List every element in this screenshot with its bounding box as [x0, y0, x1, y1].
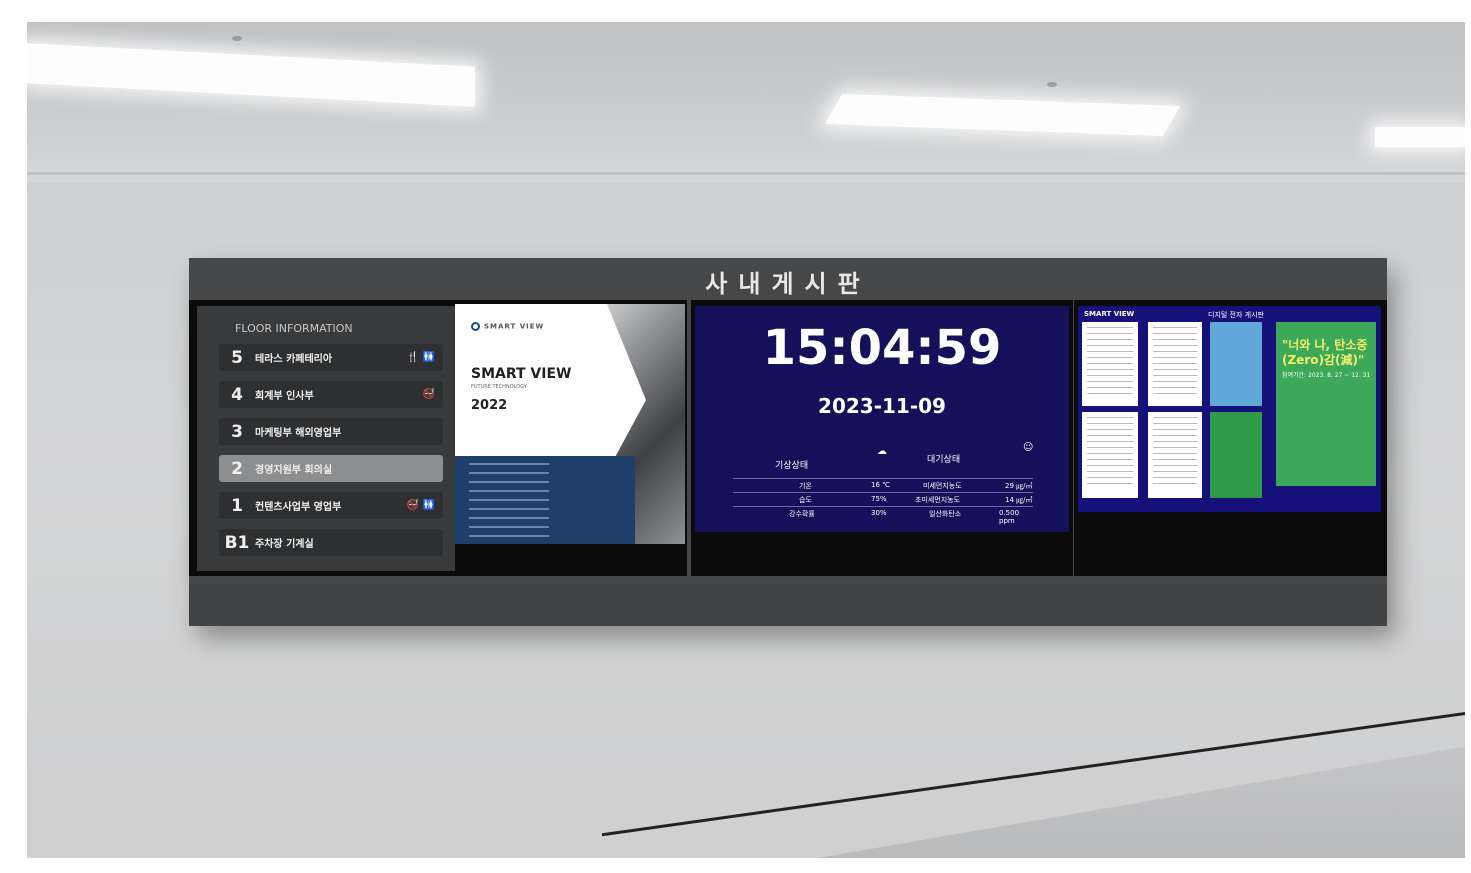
floor-label: 주차장 기계실 [255, 539, 314, 550]
air-quality-heading: 대기상태 [927, 455, 961, 465]
air-label: 초미세먼지농도 [915, 496, 961, 504]
floor-number: 1 [231, 495, 243, 516]
weather-row: 기온 16 ℃ 미세먼지농도 29 ㎍/㎥ [733, 478, 1033, 492]
air-label: 일산화탄소 [929, 510, 962, 518]
brochure-title: SMART VIEW [471, 366, 572, 382]
floor-label: 테라스 카페테리아 [255, 354, 333, 365]
floor-row[interactable]: 4 회계부 인사부 🚭 [219, 381, 443, 408]
ceiling-sprinkler [232, 36, 242, 41]
board-title: 사내게시판 [705, 270, 871, 298]
floor-number: B1 [224, 532, 250, 553]
notice-document[interactable] [1082, 322, 1138, 406]
facility-icon: 🚭 [422, 389, 435, 400]
floor-label: 회계부 인사부 [255, 391, 314, 402]
current-date: 2023-11-09 [818, 394, 946, 418]
logo-icon [471, 322, 480, 331]
ceiling-edge [27, 172, 1465, 175]
notice-board: 사내게시판 FLOOR INFORMATION 5 테라스 카페테리아 🍴 🚻 … [189, 258, 1387, 626]
floor-row[interactable]: 3 마케팅부 해외영업부 [219, 418, 443, 445]
floor-row-active[interactable]: 2 경영지원부 회의실 [219, 455, 443, 482]
air-label: 미세먼지농도 [923, 482, 962, 490]
notice-heading: 디지털 전자 게시판 [1208, 311, 1264, 319]
air-value: 14 ㎍/㎥ [1005, 496, 1033, 504]
notice-document[interactable] [1082, 412, 1138, 498]
brochure-subtitle: FUTURE TECHNOLOGY [471, 384, 527, 390]
floor-row[interactable]: 5 테라스 카페테리아 🍴 🚻 [219, 344, 443, 371]
screen-floor-information: FLOOR INFORMATION 5 테라스 카페테리아 🍴 🚻 4 회계부 … [189, 300, 687, 576]
facility-icon: 🍴 🚻 [406, 352, 435, 363]
ceiling-light [1375, 127, 1465, 147]
weather-value: 30% [871, 509, 887, 517]
notice-document[interactable] [1148, 322, 1202, 406]
floor-label: 마케팅부 해외영업부 [255, 428, 342, 439]
weather-row: 강수확률 30% 일산화탄소 0.500 ppm [733, 506, 1033, 525]
weather-row: 습도 75% 초미세먼지농도 14 ㎍/㎥ [733, 492, 1033, 506]
rain-cloud-icon: ☁ [877, 446, 887, 457]
poster-period: 참여기간: 2023. 8. 27 ~ 12. 31 [1282, 372, 1371, 379]
floor-label: 컨텐츠사업부 영업부 [255, 502, 342, 513]
air-value: 29 ㎍/㎥ [1005, 482, 1033, 490]
screen-clock-weather: 15:04:59 2023-11-09 기상상태 ☁ 대기상태 ☺ 기온 16 … [691, 300, 1073, 576]
hallway-scene: 사내게시판 FLOOR INFORMATION 5 테라스 카페테리아 🍴 🚻 … [27, 22, 1465, 858]
floor-number: 4 [231, 384, 243, 405]
floor-number: 5 [231, 347, 243, 368]
floor-directory-heading: FLOOR INFORMATION [235, 322, 353, 335]
ceiling-sprinkler [1047, 82, 1057, 87]
ceiling [27, 22, 1465, 182]
weather-label: 습도 [799, 496, 812, 504]
floor-row[interactable]: B1 주차장 기계실 [219, 529, 443, 556]
company-brochure: SMART VIEW SMART VIEW FUTURE TECHNOLOGY … [455, 304, 685, 544]
weather-label: 강수확률 [789, 510, 815, 518]
current-time: 15:04:59 [762, 320, 1002, 376]
air-value: 0.500 ppm [999, 509, 1020, 525]
featured-poster[interactable]: "너와 나, 탄소중(Zero)감(減)" 참여기간: 2023. 8. 27 … [1276, 322, 1376, 486]
poster-title: "너와 나, 탄소중(Zero)감(減)" [1282, 338, 1368, 367]
brochure-logo: SMART VIEW [471, 322, 544, 331]
floor-label: 경영지원부 회의실 [255, 465, 333, 476]
board-shelf [189, 584, 1387, 626]
facility-icon: 🚭 🚻 [406, 500, 435, 511]
weather-heading: 기상상태 [775, 461, 809, 471]
brochure-year: 2022 [471, 398, 508, 413]
floor-number: 3 [231, 421, 243, 442]
weather-label: 기온 [799, 482, 812, 490]
weather-value: 16 ℃ [871, 481, 890, 489]
floor-number: 2 [231, 458, 243, 479]
clock-panel: 15:04:59 2023-11-09 기상상태 ☁ 대기상태 ☺ 기온 16 … [695, 306, 1069, 532]
notice-poster-thumbnail[interactable] [1210, 412, 1262, 498]
notice-panel: SMART VIEW 디지털 전자 게시판 "너와 나, 탄소중(Zero)감(… [1078, 306, 1381, 512]
smiley-icon: ☺ [1023, 442, 1034, 453]
floor-row[interactable]: 1 컨텐츠사업부 영업부 🚭 🚻 [219, 492, 443, 519]
notice-poster-thumbnail[interactable] [1210, 322, 1262, 406]
brochure-contact-block [455, 456, 635, 544]
floor-directory: FLOOR INFORMATION 5 테라스 카페테리아 🍴 🚻 4 회계부 … [197, 306, 455, 571]
notice-logo: SMART VIEW [1084, 310, 1135, 318]
weather-value: 75% [871, 495, 887, 503]
screen-digital-notice: SMART VIEW 디지털 전자 게시판 "너와 나, 탄소중(Zero)감(… [1074, 300, 1387, 576]
notice-document[interactable] [1148, 412, 1202, 498]
